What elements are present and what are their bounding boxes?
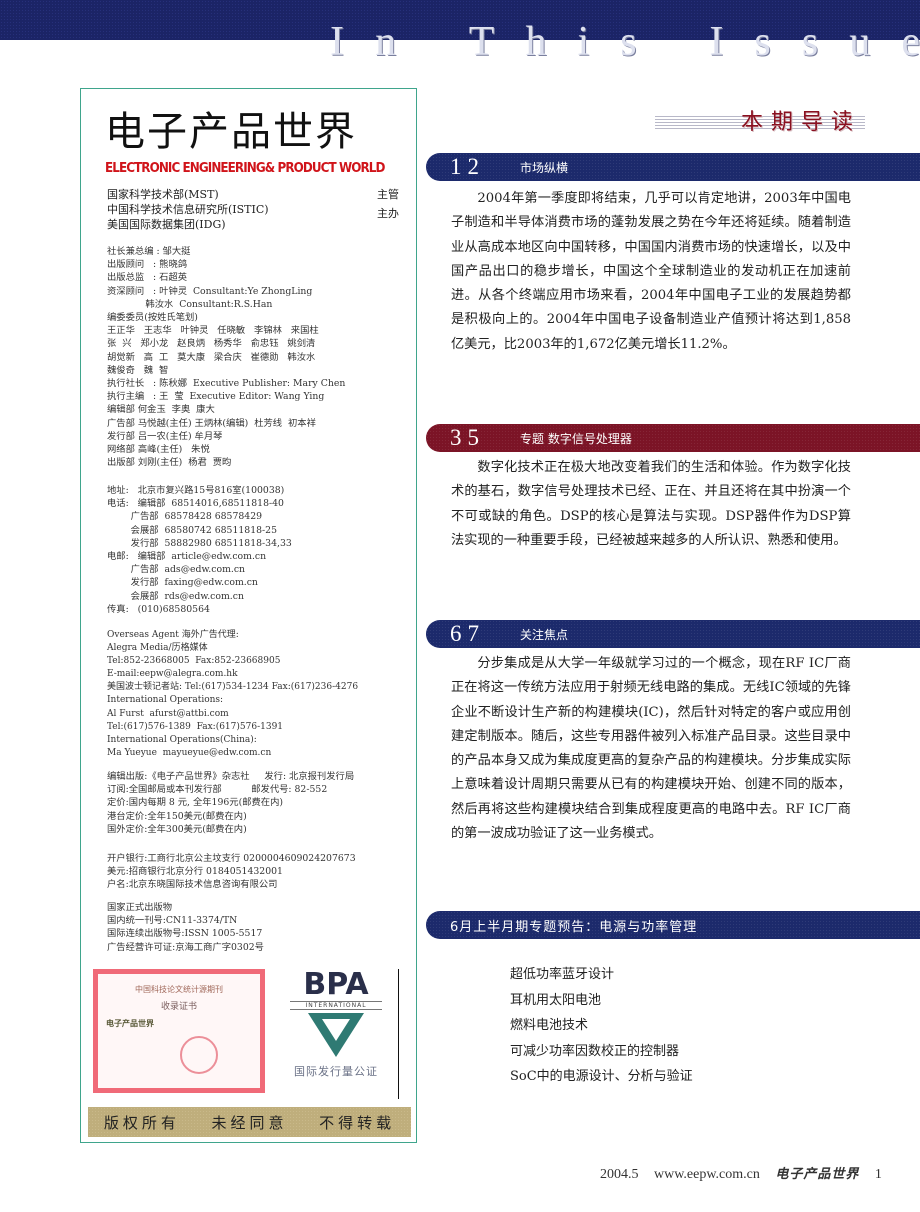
certificate-heading: 中国科技论文统计源期刊 bbox=[135, 985, 223, 994]
title-letter: I bbox=[330, 19, 344, 65]
title-space bbox=[668, 22, 679, 62]
page-footer: 2004.5 www.eepw.com.cn 电子产品世界 1 bbox=[600, 1163, 894, 1183]
title-letter: e bbox=[901, 19, 920, 65]
certificate-recipient: 电子产品世界 bbox=[106, 1018, 154, 1028]
preview-list: 超低功率蓝牙设计 耳机用太阳电池 燃料电池技术 可减少功率因数校正的控制器 So… bbox=[510, 962, 693, 1090]
sponsor-list: 国家科学技术部(MST) 主管 中国科学技术信息研究所(ISTIC) 主办 美国… bbox=[107, 187, 399, 232]
sponsor-row: 美国国际数据集团(IDG) bbox=[107, 217, 399, 232]
title-letter: I bbox=[709, 19, 724, 65]
article-category: 专题 数字信号处理器 bbox=[520, 431, 632, 446]
preview-item: 燃料电池技术 bbox=[510, 1018, 589, 1033]
title-letter: s bbox=[754, 19, 771, 65]
article-summary: 分步集成是从大学一年级就学习过的一个概念，现在RF IC厂商正在将这一传统方法应… bbox=[451, 656, 851, 842]
bpa-triangle-icon bbox=[308, 1013, 364, 1057]
page-number: 67 bbox=[450, 621, 485, 646]
title-letter: s bbox=[620, 19, 637, 65]
rights-text: 版权所有 bbox=[103, 1113, 180, 1132]
rights-text: 不得转载 bbox=[319, 1113, 396, 1132]
masthead-panel: 电子产品世界 ELECTRONIC ENGINEERING& PRODUCT W… bbox=[80, 88, 417, 1143]
copyright-banner: 版权所有 未经同意 不得转载 bbox=[88, 1107, 411, 1137]
page-number: 12 bbox=[450, 154, 485, 179]
title-letter: s bbox=[801, 19, 819, 65]
website-link[interactable]: www.eepw.com.cn bbox=[654, 1167, 760, 1182]
section-title: 本期导读 bbox=[655, 106, 865, 136]
magazine-logo: 电子产品世界 bbox=[775, 1167, 860, 1182]
title-space bbox=[427, 22, 438, 62]
sponsor-role: 主管 bbox=[377, 188, 399, 201]
magazine-title: 电子产品世界 bbox=[105, 109, 357, 155]
preview-item: 超低功率蓝牙设计 bbox=[510, 967, 615, 982]
sponsor-name: 美国国际数据集团(IDG) bbox=[107, 218, 226, 231]
title-letter: T bbox=[468, 19, 495, 65]
page-number: 35 bbox=[450, 425, 485, 450]
sponsor-name: 国家科学技术部(MST) bbox=[107, 188, 219, 201]
sponsor-row: 中国科学技术信息研究所(ISTIC) 主办 bbox=[107, 202, 399, 220]
preview-header: 6月上半月期专题预告：电源与功率管理 bbox=[426, 911, 920, 939]
article-header-12[interactable]: 12 市场纵横 bbox=[426, 153, 920, 181]
page-number: 1 bbox=[874, 1167, 882, 1182]
title-letter: h bbox=[525, 19, 547, 65]
contact-info: 地址: 北京市复兴路15号816室(100038) 电话: 编辑部 685140… bbox=[107, 485, 292, 615]
article-header-35[interactable]: 35 专题 数字信号处理器 bbox=[426, 424, 920, 452]
sponsor-row: 国家科学技术部(MST) 主管 bbox=[107, 187, 399, 202]
rights-text: 未经同意 bbox=[211, 1113, 288, 1132]
staff-list: 社长兼总编 : 邹大挺 出版顾问 : 熊晓鸽 出版总监 : 石超英 资深顾问 :… bbox=[107, 246, 346, 469]
article-summary: 2004年第一季度即将结束，几乎可以肯定地讲，2003年中国电子制造和半导体消费… bbox=[451, 191, 851, 352]
article-category: 市场纵横 bbox=[520, 160, 569, 175]
preview-item: SoC中的电源设计、分析与验证 bbox=[510, 1069, 693, 1084]
article-header-67[interactable]: 67 关注焦点 bbox=[426, 620, 920, 648]
bpa-international: INTERNATIONAL bbox=[290, 1001, 382, 1010]
article-category: 关注焦点 bbox=[520, 627, 569, 642]
article-summary: 数字化技术正在极大地改变着我们的生活和体验。作为数字化技术的基石，数字信号处理技… bbox=[451, 460, 851, 548]
preview-item: 耳机用太阳电池 bbox=[510, 992, 602, 1008]
seal-icon bbox=[180, 1036, 218, 1074]
divider bbox=[398, 969, 399, 1099]
overseas-agent-info: Overseas Agent 海外广告代理: Alegra Media/历格媒体… bbox=[107, 630, 359, 758]
title-letter: i bbox=[577, 19, 590, 65]
title-letter: n bbox=[375, 19, 397, 65]
publishing-info: 编辑出版:《电子产品世界》杂志社 发行: 北京报刊发行局 订阅:全国邮局或本刊发… bbox=[107, 771, 355, 835]
license-info: 国家正式出版物 国内统一刊号:CN11-3374/TN 国际连续出版物号:ISS… bbox=[107, 902, 264, 953]
title-letter: u bbox=[849, 19, 871, 65]
sponsor-name: 中国科学技术信息研究所(ISTIC) bbox=[107, 203, 269, 216]
preview-item: 可减少功率因数校正的控制器 bbox=[510, 1043, 680, 1059]
section-title-text: 本期导读 bbox=[740, 110, 861, 135]
bank-info: 开户银行:工商行北京公主坟支行 0200004609024207673 美元:招… bbox=[107, 853, 356, 891]
bpa-label: 国际发行量公证 bbox=[294, 1065, 378, 1078]
issue-date: 2004.5 bbox=[600, 1167, 639, 1182]
bpa-logo-text: BPA bbox=[303, 967, 369, 1002]
bpa-logo: BPA INTERNATIONAL 国际发行量公证 bbox=[286, 969, 386, 1089]
magazine-english-title: ELECTRONIC ENGINEERING& PRODUCT WORLD bbox=[105, 161, 385, 176]
certificate-subheading: 收录证书 bbox=[160, 1002, 197, 1012]
in-this-issue-title: I n T h i s I s s u e bbox=[330, 19, 920, 65]
preview-title: 6月上半月期专题预告：电源与功率管理 bbox=[450, 919, 698, 935]
certificate-image: 中国科技论文统计源期刊 收录证书 电子产品世界 bbox=[93, 969, 265, 1093]
